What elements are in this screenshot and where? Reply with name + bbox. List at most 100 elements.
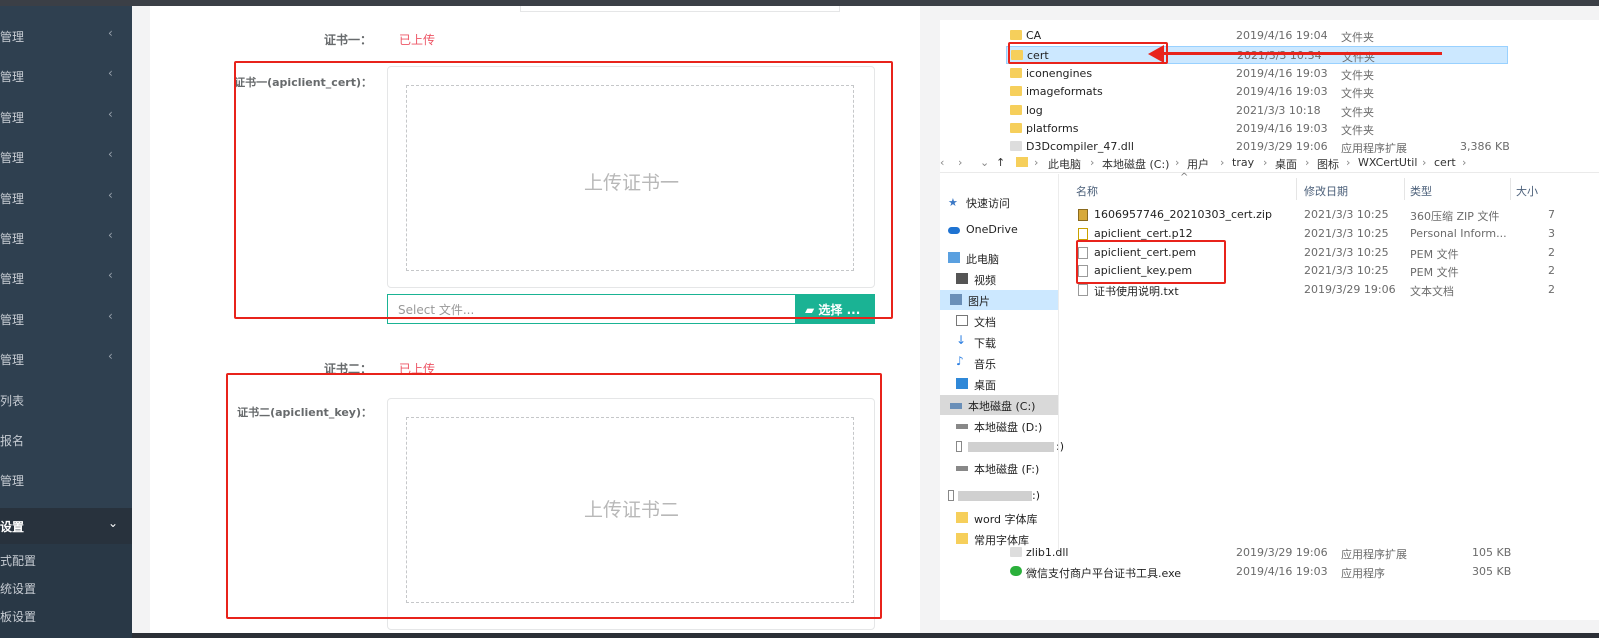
- file-date: 2019/3/29 19:06: [1236, 140, 1328, 153]
- file-type: 360压缩 ZIP 文件: [1410, 210, 1500, 223]
- zip-archive-icon: [1078, 209, 1088, 221]
- nav-usb-drive-1[interactable]: :): [948, 437, 1088, 457]
- sidebar-item-settings[interactable]: 设置 ⌄: [0, 508, 132, 544]
- column-separator: [1404, 178, 1405, 200]
- star-icon: ★: [948, 196, 958, 209]
- file-date: 2021/3/3 10:25: [1304, 208, 1389, 221]
- nav-label: 图片: [968, 295, 990, 308]
- sidebar-subitem-2[interactable]: 统设置: [0, 580, 36, 597]
- chevron-left-icon: ‹: [108, 268, 113, 282]
- sidebar-item-label: 管理: [0, 111, 25, 125]
- nav-documents[interactable]: 文档: [948, 311, 1066, 331]
- file-row-zlib[interactable]: zlib1.dll 2019/3/29 19:06 应用程序扩展 105 KB: [940, 544, 1540, 562]
- sidebar-item-7[interactable]: 管理 ‹: [0, 260, 132, 296]
- nav-this-pc[interactable]: 此电脑: [940, 248, 1058, 268]
- redacted-label: [958, 491, 1032, 501]
- nav-pane-divider: [1058, 174, 1059, 554]
- breadcrumb-item[interactable]: 此电脑: [1048, 156, 1081, 172]
- nav-onedrive[interactable]: OneDrive: [940, 220, 1058, 240]
- sidebar: 管理 ‹ 管理 ‹ 管理 ‹ 管理 ‹ 管理 ‹ 管理 ‹ 管理 ‹ 管理 ‹ 管理 ‹ 列表 报…: [0, 6, 132, 638]
- folder-icon: [1010, 105, 1022, 115]
- nav-downloads[interactable]: ↓ 下载: [948, 332, 1066, 352]
- back-icon[interactable]: ‹: [940, 156, 944, 169]
- file-row-zip[interactable]: 1606957746_20210303_cert.zip 2021/3/3 10:…: [1078, 206, 1594, 224]
- sidebar-item-6[interactable]: 管理 ‹: [0, 220, 132, 256]
- column-header-date[interactable]: 修改日期: [1304, 183, 1348, 199]
- file-type: 文件夹: [1341, 31, 1374, 44]
- file-type: 文件夹: [1341, 124, 1374, 137]
- breadcrumb-item[interactable]: 本地磁盘 (C:): [1102, 156, 1169, 172]
- sidebar-item-label: 设置: [0, 520, 25, 534]
- file-row-wechat-exe[interactable]: 微信支付商户平台证书工具.exe 2019/4/16 19:03 应用程序 305 K…: [940, 563, 1540, 581]
- nav-folder-word[interactable]: word 字体库: [948, 508, 1066, 528]
- folder-icon: [956, 512, 968, 523]
- chevron-down-icon: ⌄: [108, 516, 119, 530]
- file-size: 105 KB: [1472, 546, 1512, 559]
- folder-row-imageformats[interactable]: imageformats 2019/4/16 19:03 文件夹: [940, 83, 1460, 101]
- screenshot-frame: 管理 ‹ 管理 ‹ 管理 ‹ 管理 ‹ 管理 ‹ 管理 ‹ 管理 ‹ 管理 ‹ 管理 ‹ 列表 报…: [0, 0, 1599, 638]
- sidebar-item-4[interactable]: 管理 ‹: [0, 139, 132, 175]
- breadcrumb-item[interactable]: 图标: [1317, 156, 1339, 172]
- sidebar-item-10[interactable]: 列表: [0, 382, 132, 418]
- sidebar-item-12[interactable]: 管理: [0, 462, 132, 498]
- nav-label: 此电脑: [966, 253, 999, 266]
- nav-drive-d[interactable]: 本地磁盘 (D:): [948, 416, 1066, 436]
- folder-row-iconengines[interactable]: iconengines 2019/4/16 19:03 文件夹: [940, 65, 1460, 83]
- nav-videos[interactable]: 视频: [948, 269, 1066, 289]
- sidebar-item-label: 管理: [0, 232, 25, 246]
- nav-usb-drive-2[interactable]: :): [940, 486, 1080, 506]
- sidebar-subitem-1[interactable]: 式配置: [0, 552, 36, 569]
- forward-icon[interactable]: ›: [958, 156, 962, 169]
- file-explorer-overlay: CA 2019/4/16 19:04 文件夹 cert 2021/3/3 10:34 文…: [940, 20, 1599, 620]
- breadcrumb-item[interactable]: WXCertUtil: [1358, 156, 1417, 169]
- sidebar-item-5[interactable]: 管理 ‹: [0, 180, 132, 216]
- nav-desktop[interactable]: 桌面: [948, 374, 1066, 394]
- column-header-type[interactable]: 类型: [1410, 183, 1432, 199]
- folder-row-platforms[interactable]: platforms 2019/4/16 19:03 文件夹: [940, 120, 1460, 138]
- sidebar-item-11[interactable]: 报名: [0, 422, 132, 458]
- nav-drive-c[interactable]: 本地磁盘 (C:): [940, 395, 1058, 415]
- up-arrow-icon[interactable]: ↑: [996, 156, 1005, 169]
- drive-icon: [956, 424, 968, 429]
- sidebar-item-9[interactable]: 管理 ‹: [0, 341, 132, 377]
- arrow-head-icon: [1148, 45, 1164, 63]
- file-type: 文件夹: [1341, 87, 1374, 100]
- file-size: 305 KB: [1472, 565, 1512, 578]
- file-date: 2021/3/3 10:25: [1304, 264, 1389, 277]
- file-date: 2019/4/16 19:03: [1236, 85, 1328, 98]
- video-icon: [956, 273, 968, 284]
- folder-icon: [1010, 30, 1022, 40]
- breadcrumb-item[interactable]: 用户: [1187, 156, 1209, 172]
- sidebar-item-3[interactable]: 管理 ‹: [0, 99, 132, 135]
- cert1-status: 已上传: [399, 33, 436, 47]
- file-name: 证书使用说明.txt: [1094, 285, 1179, 298]
- nav-quick-access[interactable]: ★ 快速访问: [940, 192, 1058, 212]
- address-bar[interactable]: ‹ › ⌄ ↑ › 此电脑 › 本地磁盘 (C:) › 用户 › tray › …: [940, 153, 1599, 173]
- file-type: 文件夹: [1341, 69, 1374, 82]
- breadcrumb-item[interactable]: tray: [1232, 156, 1254, 169]
- nav-label: 本地磁盘 (C:): [968, 400, 1036, 413]
- breadcrumb-item[interactable]: 桌面: [1275, 156, 1297, 172]
- sidebar-subitem-3[interactable]: 板设置: [0, 608, 36, 625]
- nav-drive-f[interactable]: 本地磁盘 (F:): [948, 458, 1066, 478]
- file-type: PEM 文件: [1410, 266, 1459, 279]
- music-icon: ♪: [956, 354, 964, 368]
- sidebar-item-1[interactable]: 管理 ‹: [0, 18, 132, 54]
- download-icon: ↓: [956, 333, 967, 347]
- annotation-box-cert-folder: [1008, 42, 1168, 64]
- file-date: 2021/3/3 10:18: [1236, 104, 1321, 117]
- nav-pictures[interactable]: 图片: [940, 290, 1058, 310]
- column-header-name[interactable]: 名称: [1076, 183, 1098, 199]
- column-header-size[interactable]: 大小: [1516, 183, 1538, 199]
- chevron-down-icon[interactable]: ⌄: [980, 156, 989, 169]
- file-type: 应用程序: [1341, 567, 1385, 580]
- sidebar-item-label: 列表: [0, 394, 25, 408]
- file-date: 2019/4/16 19:03: [1236, 565, 1328, 578]
- nav-label: 快速访问: [966, 197, 1010, 210]
- sidebar-item-2[interactable]: 管理 ‹: [0, 58, 132, 94]
- sidebar-item-8[interactable]: 管理 ‹: [0, 301, 132, 337]
- sort-up-icon: ^: [1180, 172, 1189, 183]
- nav-music[interactable]: ♪ 音乐: [948, 353, 1066, 373]
- folder-row-log[interactable]: log 2021/3/3 10:18 文件夹: [940, 102, 1460, 120]
- breadcrumb-item[interactable]: cert: [1434, 156, 1456, 169]
